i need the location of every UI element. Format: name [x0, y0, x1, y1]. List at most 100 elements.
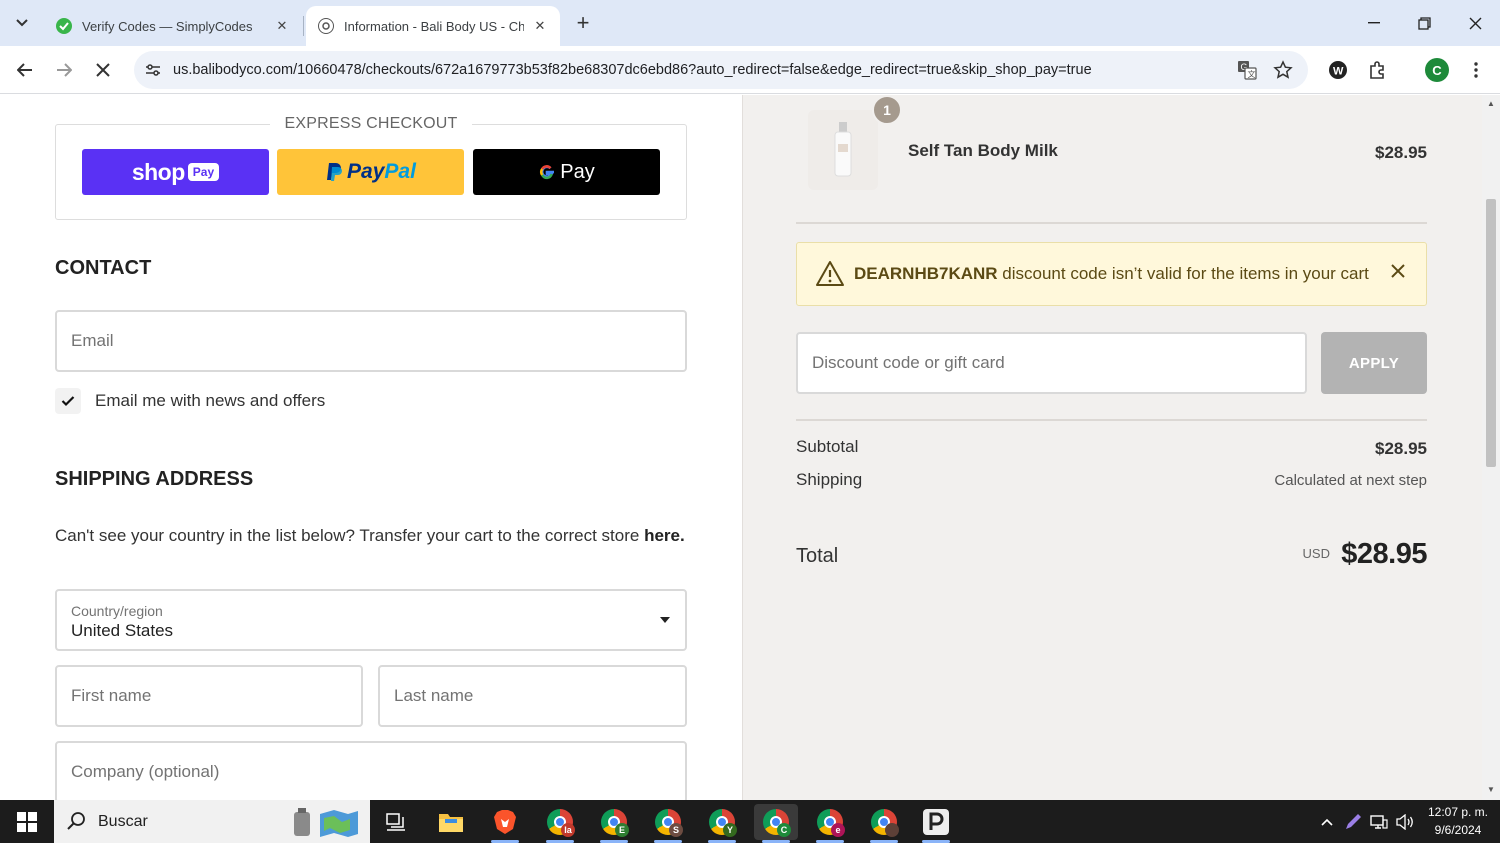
- network-icon: [1370, 815, 1388, 829]
- search-icon: [67, 812, 85, 830]
- discount-code-field[interactable]: [796, 332, 1307, 394]
- product-thumbnail: [808, 110, 878, 190]
- chrome-profile-button-4[interactable]: Y: [700, 804, 744, 843]
- product-price: $28.95: [1375, 143, 1427, 162]
- discount-error-alert: DEARNHB7KANR discount code isn’t valid f…: [796, 242, 1427, 306]
- country-value: United States: [71, 621, 174, 640]
- last-name-field[interactable]: [378, 665, 687, 727]
- tab-title: Verify Codes — SimplyCodes: [82, 18, 253, 34]
- more-vertical-icon: [1474, 62, 1478, 78]
- shop-pay-button[interactable]: shop Pay: [82, 149, 269, 195]
- tab-bali-body-checkout[interactable]: Information - Bali Body US - Ch ✕: [306, 6, 560, 46]
- forward-button[interactable]: [49, 55, 79, 85]
- close-tab-icon[interactable]: ✕: [532, 18, 548, 34]
- checkmark-icon: [61, 396, 75, 407]
- back-button[interactable]: [10, 55, 40, 85]
- chevron-down-icon: [16, 19, 28, 27]
- chrome-profile-badge: C: [777, 823, 791, 837]
- new-tab-button[interactable]: +: [570, 10, 596, 36]
- google-g-icon: [540, 165, 555, 180]
- scrollbar-thumb[interactable]: [1486, 199, 1496, 467]
- address-bar[interactable]: us.balibodyco.com/10660478/checkouts/672…: [134, 51, 1308, 89]
- email-input[interactable]: [57, 312, 685, 370]
- chrome-profile-button-5-active[interactable]: C: [754, 804, 798, 843]
- chrome-profile-badge: Ia: [561, 823, 575, 837]
- close-tab-icon[interactable]: ✕: [274, 18, 290, 34]
- first-name-field[interactable]: [55, 665, 363, 727]
- start-button[interactable]: [0, 800, 54, 843]
- chrome-profile-button-3[interactable]: S: [646, 804, 690, 843]
- chrome-profile-button-2[interactable]: E: [592, 804, 636, 843]
- extension-button[interactable]: W: [1325, 57, 1351, 83]
- restore-button[interactable]: [1409, 8, 1439, 38]
- site-info-button[interactable]: [142, 59, 164, 81]
- star-icon: [1273, 60, 1293, 79]
- chrome-profile-badge: [885, 823, 899, 837]
- profile-avatar[interactable]: C: [1425, 58, 1449, 82]
- google-pay-label: Pay: [560, 160, 595, 183]
- restore-icon: [1417, 16, 1431, 30]
- network-tray-button[interactable]: [1369, 812, 1389, 832]
- checkout-page: EXPRESS CHECKOUT shop Pay Pay Pal Pay CON…: [0, 95, 1500, 800]
- extensions-menu-button[interactable]: [1365, 57, 1391, 83]
- chrome-profile-button-7[interactable]: [862, 804, 906, 843]
- shop-pay-logo: shop: [131, 158, 185, 185]
- close-window-button[interactable]: [1460, 8, 1490, 38]
- page-scrollbar[interactable]: ▲ ▼: [1482, 95, 1500, 800]
- system-clock[interactable]: 12:07 p. m. 9/6/2024: [1420, 803, 1496, 839]
- translate-button[interactable]: G文: [1236, 59, 1258, 81]
- scroll-down-icon[interactable]: ▼: [1486, 785, 1496, 795]
- contact-heading: CONTACT: [55, 257, 152, 279]
- shipping-address-heading: SHIPPING ADDRESS: [55, 468, 254, 490]
- taskbar-search-box[interactable]: Buscar: [54, 800, 370, 843]
- extension-logo-icon: W: [1329, 61, 1347, 79]
- chrome-profile-button-6[interactable]: e: [808, 804, 852, 843]
- tab-simplycodes[interactable]: Verify Codes — SimplyCodes ✕: [44, 6, 302, 46]
- tab-search-button[interactable]: [8, 9, 36, 37]
- product-bottle-image: [834, 122, 852, 177]
- pinned-app-p-button[interactable]: [914, 804, 958, 843]
- shop-pay-badge: Pay: [187, 163, 220, 181]
- apply-discount-button[interactable]: APPLY: [1321, 332, 1427, 394]
- bookmark-button[interactable]: [1272, 59, 1294, 81]
- search-placeholder: Buscar: [98, 813, 148, 830]
- transfer-cart-link[interactable]: here.: [644, 526, 685, 545]
- task-view-icon: [386, 813, 405, 831]
- brave-browser-button[interactable]: [483, 804, 527, 843]
- folder-icon: [439, 814, 463, 832]
- browser-menu-button[interactable]: [1463, 57, 1489, 83]
- first-name-input[interactable]: [57, 667, 361, 725]
- svg-text:文: 文: [1248, 69, 1256, 79]
- minimize-button[interactable]: [1359, 8, 1389, 38]
- company-field[interactable]: [55, 741, 687, 800]
- file-explorer-button[interactable]: [429, 804, 473, 840]
- paypal-logo-pay: Pay: [347, 160, 385, 183]
- paypal-button[interactable]: Pay Pal: [277, 149, 464, 195]
- last-name-input[interactable]: [380, 667, 685, 725]
- puzzle-icon: [1370, 61, 1384, 79]
- country-select[interactable]: Country/region United States: [55, 589, 687, 651]
- tune-icon: [146, 64, 160, 76]
- shipping-label: Shipping: [796, 470, 863, 489]
- stop-icon: [96, 63, 110, 77]
- scroll-up-icon[interactable]: ▲: [1486, 99, 1496, 109]
- company-input[interactable]: [57, 743, 685, 800]
- divider: [796, 419, 1427, 421]
- tab-title: Information - Bali Body US - Ch: [344, 18, 524, 34]
- stop-loading-button[interactable]: [88, 55, 118, 85]
- chrome-profile-button-1[interactable]: Ia: [538, 804, 582, 843]
- pen-tray-button[interactable]: [1343, 812, 1363, 832]
- alert-message-text: discount code isn’t valid for the items …: [997, 264, 1369, 283]
- discount-code-input[interactable]: [798, 334, 1305, 392]
- newsletter-checkbox[interactable]: [55, 388, 81, 414]
- show-hidden-icons-button[interactable]: [1317, 812, 1337, 832]
- volume-tray-button[interactable]: [1395, 812, 1415, 832]
- newsletter-label: Email me with news and offers: [95, 391, 326, 410]
- caret-down-icon: [660, 617, 670, 623]
- subtotal-value: $28.95: [1375, 439, 1427, 458]
- google-pay-button[interactable]: Pay: [473, 149, 660, 195]
- brave-lion-icon: [494, 810, 516, 834]
- close-icon[interactable]: [1388, 261, 1408, 281]
- task-view-button[interactable]: [374, 804, 418, 840]
- email-field[interactable]: [55, 310, 687, 372]
